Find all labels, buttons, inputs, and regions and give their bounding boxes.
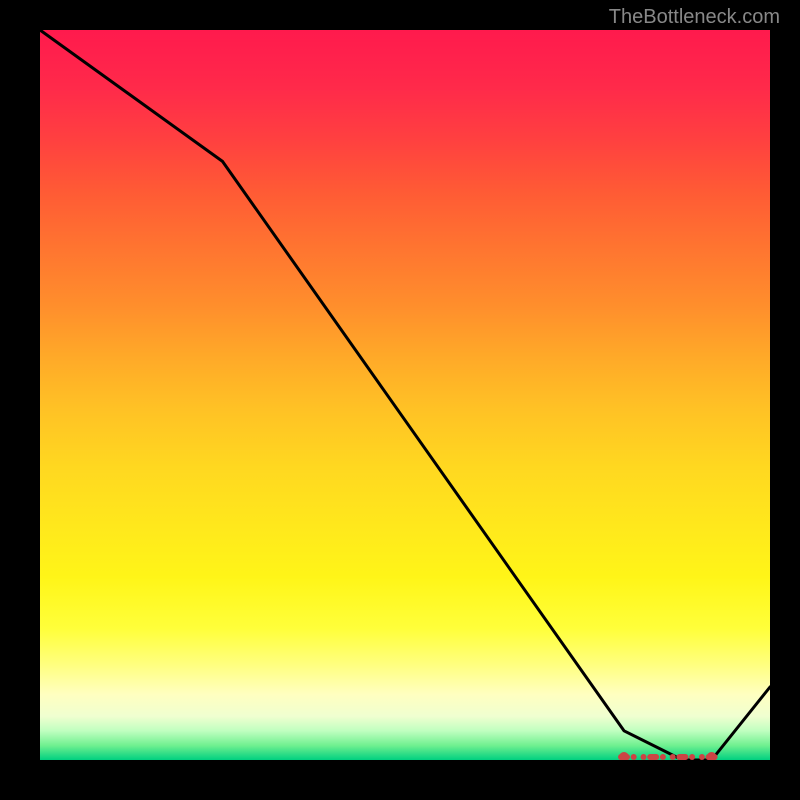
plot-area <box>40 30 770 760</box>
curve-svg <box>40 30 770 760</box>
chart-container: TheBottleneck.com <box>0 0 800 800</box>
data-line <box>40 30 770 760</box>
watermark-text: TheBottleneck.com <box>609 6 780 29</box>
